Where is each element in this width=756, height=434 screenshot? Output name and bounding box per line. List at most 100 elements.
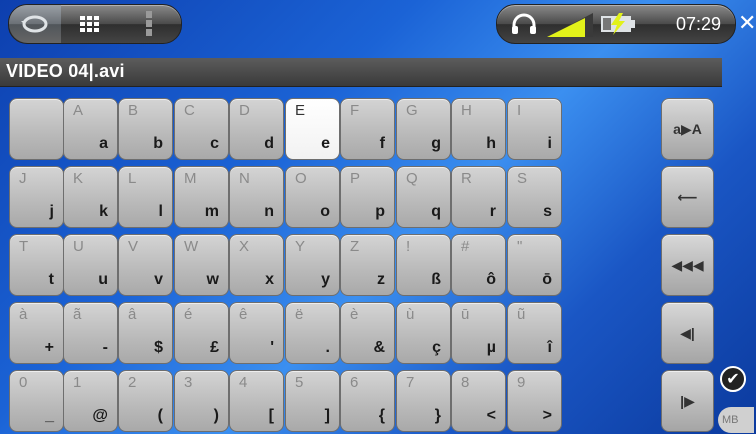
key-main-label: u (98, 271, 108, 288)
menu-button[interactable] (119, 5, 179, 43)
key-1-5[interactable]: Oo (285, 166, 340, 228)
key-shift-label: E (295, 102, 306, 119)
confirm-check-button[interactable]: ✔ (720, 366, 746, 392)
key-4-5[interactable]: 5] (285, 370, 340, 432)
key-4-8[interactable]: 8 < (451, 370, 506, 432)
key-main-label: f (379, 135, 385, 152)
input-mode-toggle[interactable]: MB (718, 407, 754, 433)
key-3-7[interactable]: ùç (396, 302, 451, 364)
key-shift-label: ë (295, 306, 304, 323)
key-4-4[interactable]: 4[ (229, 370, 284, 432)
key-3-9[interactable]: ũî (507, 302, 562, 364)
key-shift-label: ê (239, 306, 248, 323)
key-main-label: i (547, 135, 552, 152)
key-3-8[interactable]: ūµ (451, 302, 506, 364)
key-2-7[interactable]: ! ß (396, 234, 451, 296)
key-3-5[interactable]: ë. (285, 302, 340, 364)
key-3-0[interactable]: à + (9, 302, 64, 364)
key-2-0[interactable]: Tt (9, 234, 64, 296)
key-0-8[interactable]: Hh (451, 98, 506, 160)
key-main-label: c (210, 135, 219, 152)
key-shift-label: 2 (128, 374, 137, 391)
key-0-5[interactable]: Ee (285, 98, 340, 160)
key-2-9[interactable]: " ō (507, 234, 562, 296)
key-0-9[interactable]: Ii (507, 98, 562, 160)
key-shift-label: " (517, 238, 523, 255)
key-shift-label: Z (350, 238, 360, 255)
key-0-1[interactable]: Aa (63, 98, 118, 160)
key-4-1[interactable]: 1 @ (63, 370, 118, 432)
key-shift-label: Q (406, 170, 418, 187)
key-3-3[interactable]: é £ (174, 302, 229, 364)
clear-button[interactable]: ◀◀◀ (661, 234, 714, 296)
key-1-1[interactable]: Kk (63, 166, 118, 228)
key-main-label: ç (432, 339, 441, 356)
shift-case-button[interactable]: a▶A (661, 98, 714, 160)
system-status: 07:29 (496, 4, 736, 44)
key-3-2[interactable]: â $ (118, 302, 173, 364)
key-main-label: $ (154, 339, 163, 356)
key-2-4[interactable]: Xx (229, 234, 284, 296)
close-icon[interactable]: ✕ (738, 10, 756, 36)
key-4-0[interactable]: 0 _ (9, 370, 64, 432)
key-shift-label: L (128, 170, 137, 187)
key-4-7[interactable]: 7} (396, 370, 451, 432)
key-main-label: ( (157, 407, 163, 424)
key-main-label: & (373, 339, 385, 356)
mode-label: MB (722, 414, 739, 426)
key-shift-label: ! (406, 238, 411, 255)
key-0-0[interactable] (9, 98, 64, 160)
key-main-label: z (377, 271, 385, 288)
key-shift-label: 7 (406, 374, 415, 391)
key-shift-label: ũ (517, 306, 526, 323)
backspace-button[interactable]: ⟵ (661, 166, 714, 228)
key-2-1[interactable]: Uu (63, 234, 118, 296)
headphones-icon (512, 13, 536, 34)
key-1-3[interactable]: Mm (174, 166, 229, 228)
cursor-left-button[interactable]: ◀| (661, 302, 714, 364)
key-1-4[interactable]: Nn (229, 166, 284, 228)
key-0-7[interactable]: Gg (396, 98, 451, 160)
key-1-6[interactable]: Pp (340, 166, 395, 228)
key-shift-label: H (461, 102, 472, 119)
key-1-9[interactable]: Ss (507, 166, 562, 228)
key-2-5[interactable]: Yy (285, 234, 340, 296)
key-shift-label: Y (295, 238, 306, 255)
key-shift-label: â (128, 306, 137, 323)
key-main-label: + (44, 339, 54, 356)
key-main-label: x (265, 271, 274, 288)
key-shift-label: F (350, 102, 360, 119)
key-3-6[interactable]: è & (340, 302, 395, 364)
grid-button[interactable] (61, 5, 119, 43)
key-0-3[interactable]: Cc (174, 98, 229, 160)
volume-icon (547, 13, 593, 37)
key-1-7[interactable]: Qq (396, 166, 451, 228)
grid-icon (80, 16, 99, 32)
key-shift-label: A (73, 102, 84, 119)
key-shift-label: à (19, 306, 28, 323)
key-4-2[interactable]: 2( (118, 370, 173, 432)
key-main-label: ) (213, 407, 219, 424)
cycle-button[interactable] (9, 5, 61, 43)
key-2-8[interactable]: # ô (451, 234, 506, 296)
key-1-8[interactable]: Rr (451, 166, 506, 228)
key-0-2[interactable]: Bb (118, 98, 173, 160)
key-3-4[interactable]: ê ' (229, 302, 284, 364)
key-3-1[interactable]: ã- (63, 302, 118, 364)
key-shift-label: 6 (350, 374, 359, 391)
key-4-6[interactable]: 6{ (340, 370, 395, 432)
key-0-4[interactable]: Dd (229, 98, 284, 160)
key-2-2[interactable]: Vv (118, 234, 173, 296)
key-1-2[interactable]: Ll (118, 166, 173, 228)
key-4-9[interactable]: 9 > (507, 370, 562, 432)
cursor-right-button[interactable]: |▶ (661, 370, 714, 432)
filename-field[interactable]: VIDEO 04|.avi (0, 58, 722, 87)
key-0-6[interactable]: Ff (340, 98, 395, 160)
key-shift-label: ù (406, 306, 415, 323)
key-2-6[interactable]: Zz (340, 234, 395, 296)
key-4-3[interactable]: 3) (174, 370, 229, 432)
key-2-3[interactable]: Ww (174, 234, 229, 296)
key-shift-label: ã (73, 306, 82, 323)
key-main-label: m (204, 203, 219, 220)
key-1-0[interactable]: Jj (9, 166, 64, 228)
